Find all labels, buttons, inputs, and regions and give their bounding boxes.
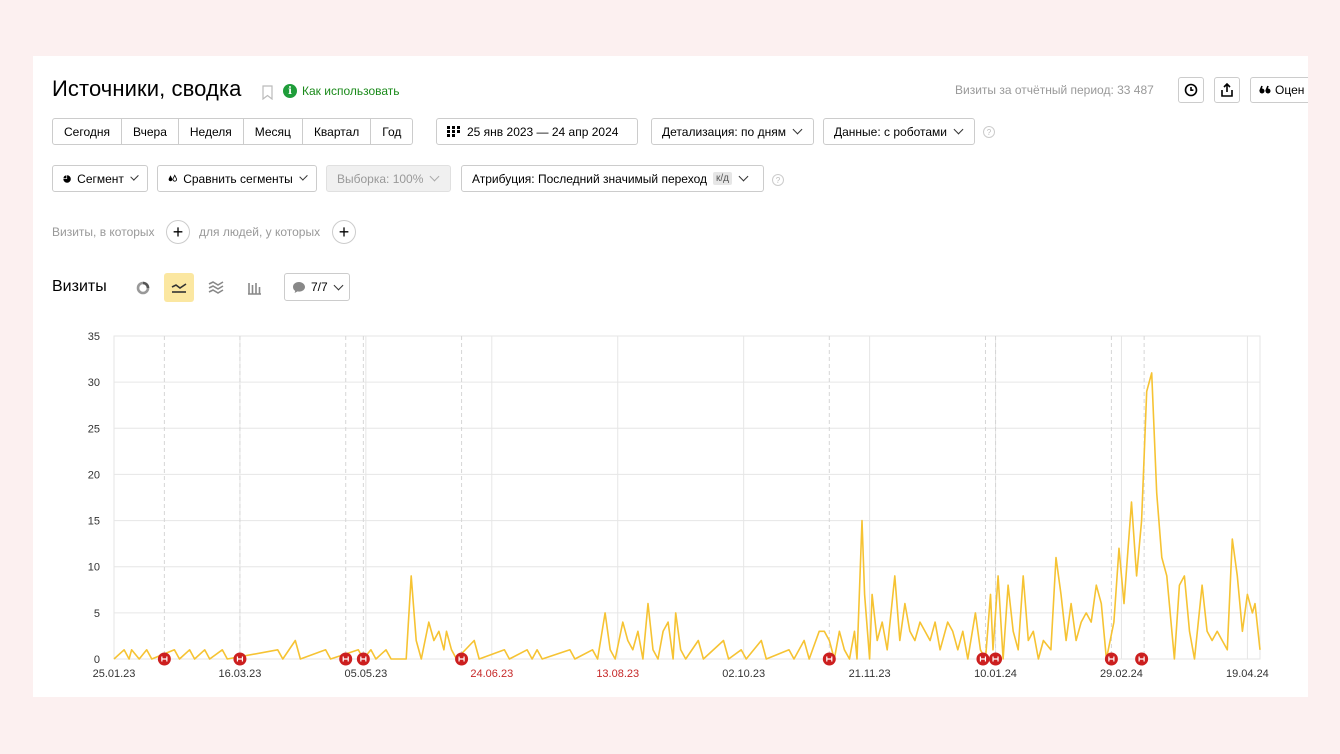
note-marker-icon[interactable] bbox=[989, 652, 1003, 666]
x-tick-label: 02.10.23 bbox=[722, 668, 765, 680]
visits-filter-label: Визиты, в которых bbox=[52, 225, 155, 239]
chevron-down-icon bbox=[429, 171, 440, 182]
chevron-down-icon bbox=[299, 172, 308, 181]
compare-label: Сравнить сегменты bbox=[183, 171, 293, 186]
notes-dropdown[interactable]: 7/7 bbox=[284, 273, 350, 301]
note-marker-icon[interactable] bbox=[157, 652, 171, 666]
period-quarter[interactable]: Квартал bbox=[303, 119, 372, 144]
data-mode-label: Данные: с роботами bbox=[834, 124, 947, 139]
export-button[interactable] bbox=[1214, 77, 1240, 103]
date-range-picker[interactable]: 25 янв 2023 — 24 апр 2024 bbox=[436, 118, 638, 145]
x-tick-label: 21.11.23 bbox=[849, 668, 891, 680]
period-week[interactable]: Неделя bbox=[179, 119, 244, 144]
x-tick-label: 25.01.23 bbox=[93, 668, 136, 680]
x-tick-label: 29.02.24 bbox=[1100, 668, 1143, 680]
chart-type-line-button[interactable] bbox=[164, 273, 194, 302]
how-to-use-label: Как использовать bbox=[302, 84, 400, 98]
y-tick-label: 10 bbox=[88, 562, 100, 574]
add-people-filter-button[interactable]: + bbox=[332, 220, 356, 244]
notes-count: 7/7 bbox=[311, 280, 328, 294]
how-to-use-link[interactable]: i Как использовать bbox=[283, 84, 400, 98]
plot-frame bbox=[113, 335, 1261, 660]
x-tick-label: 05.05.23 bbox=[344, 668, 387, 680]
note-marker-icon[interactable] bbox=[339, 652, 353, 666]
chart-type-bar-button[interactable] bbox=[239, 273, 269, 302]
y-tick-label: 25 bbox=[88, 423, 100, 435]
y-tick-label: 0 bbox=[94, 654, 100, 666]
report-panel: Источники, сводка i Как использовать Виз… bbox=[33, 56, 1308, 697]
period-year[interactable]: Год bbox=[371, 119, 412, 144]
rate-label: Оцен bbox=[1275, 83, 1305, 97]
comment-icon bbox=[293, 281, 305, 293]
calendar-icon bbox=[447, 126, 460, 137]
page-title: Источники, сводка bbox=[52, 76, 242, 101]
x-tick-label: 10.01.24 bbox=[974, 668, 1017, 680]
note-marker-icon[interactable] bbox=[1135, 652, 1149, 666]
quote-icon bbox=[1259, 85, 1271, 94]
chart-type-area-button[interactable] bbox=[201, 273, 231, 302]
line-chart-icon bbox=[171, 282, 187, 293]
data-mode-dropdown[interactable]: Данные: с роботами bbox=[823, 118, 975, 145]
pie-icon bbox=[63, 174, 71, 183]
people-filter-label: для людей, у которых bbox=[199, 225, 321, 239]
segment-dropdown[interactable]: Сегмент bbox=[52, 165, 148, 192]
area-chart-icon bbox=[208, 281, 224, 294]
chevron-down-icon bbox=[333, 280, 344, 290]
segment-label: Сегмент bbox=[77, 171, 124, 186]
y-tick-label: 35 bbox=[88, 331, 100, 343]
chart-type-pie-button[interactable] bbox=[128, 273, 158, 302]
sample-dropdown[interactable]: Выборка: 100% bbox=[326, 165, 451, 192]
note-marker-icon[interactable] bbox=[1104, 652, 1118, 666]
sample-label: Выборка: 100% bbox=[337, 171, 424, 186]
visits-series-line bbox=[113, 372, 1261, 660]
add-visit-filter-button[interactable]: + bbox=[166, 220, 190, 244]
y-tick-label: 20 bbox=[88, 469, 100, 481]
x-tick-label: 13.08.23 bbox=[596, 668, 639, 680]
date-range-label: 25 янв 2023 — 24 апр 2024 bbox=[467, 124, 619, 139]
chart-title: Визиты bbox=[52, 278, 107, 295]
help-icon[interactable]: ? bbox=[983, 126, 995, 138]
note-marker-icon[interactable] bbox=[822, 652, 836, 666]
detail-label: Детализация: по дням bbox=[662, 124, 786, 139]
clock-icon bbox=[1184, 83, 1198, 97]
help-icon[interactable]: ? bbox=[772, 174, 784, 186]
y-tick-label: 5 bbox=[94, 608, 100, 620]
x-tick-label: 24.06.23 bbox=[470, 668, 513, 680]
attribution-dropdown[interactable]: Атрибуция: Последний значимый переход к/… bbox=[461, 165, 764, 192]
period-month[interactable]: Месяц bbox=[244, 119, 303, 144]
attribution-label: Атрибуция: Последний значимый переход bbox=[472, 171, 707, 186]
bar-chart-icon bbox=[248, 282, 261, 295]
visits-line-chart: 0 5 10 15 20 25 30 35 25.01.23 16.03.23 05.05.23 24… bbox=[88, 331, 1269, 680]
y-tick-label: 15 bbox=[88, 516, 100, 528]
attribution-badge: к/д bbox=[712, 172, 732, 185]
y-tick-label: 30 bbox=[88, 377, 100, 389]
note-marker-icon[interactable] bbox=[356, 652, 370, 666]
chevron-down-icon bbox=[130, 172, 139, 181]
compare-icon bbox=[168, 174, 177, 182]
note-marker-icon[interactable] bbox=[455, 652, 469, 666]
chevron-down-icon bbox=[953, 124, 964, 135]
period-yesterday[interactable]: Вчера bbox=[122, 119, 179, 144]
x-tick-label: 16.03.23 bbox=[219, 668, 262, 680]
visits-total: Визиты за отчётный период: 33 487 bbox=[955, 83, 1154, 97]
x-tick-label: 19.04.24 bbox=[1226, 668, 1269, 680]
detail-dropdown[interactable]: Детализация: по дням bbox=[651, 118, 814, 145]
history-button[interactable] bbox=[1178, 77, 1204, 103]
chevron-down-icon bbox=[792, 124, 803, 135]
donut-icon bbox=[136, 281, 150, 294]
upload-icon bbox=[1221, 82, 1233, 97]
note-marker-icon[interactable] bbox=[976, 652, 990, 666]
compare-segments-dropdown[interactable]: Сравнить сегменты bbox=[157, 165, 317, 192]
rate-button[interactable]: Оцен bbox=[1250, 77, 1308, 103]
note-marker-icon[interactable] bbox=[233, 652, 247, 666]
period-selector: Сегодня Вчера Неделя Месяц Квартал Год bbox=[52, 118, 414, 145]
period-today[interactable]: Сегодня bbox=[53, 119, 122, 144]
info-icon: i bbox=[283, 84, 297, 98]
chevron-down-icon bbox=[738, 171, 749, 182]
bookmark-icon[interactable] bbox=[262, 85, 273, 105]
